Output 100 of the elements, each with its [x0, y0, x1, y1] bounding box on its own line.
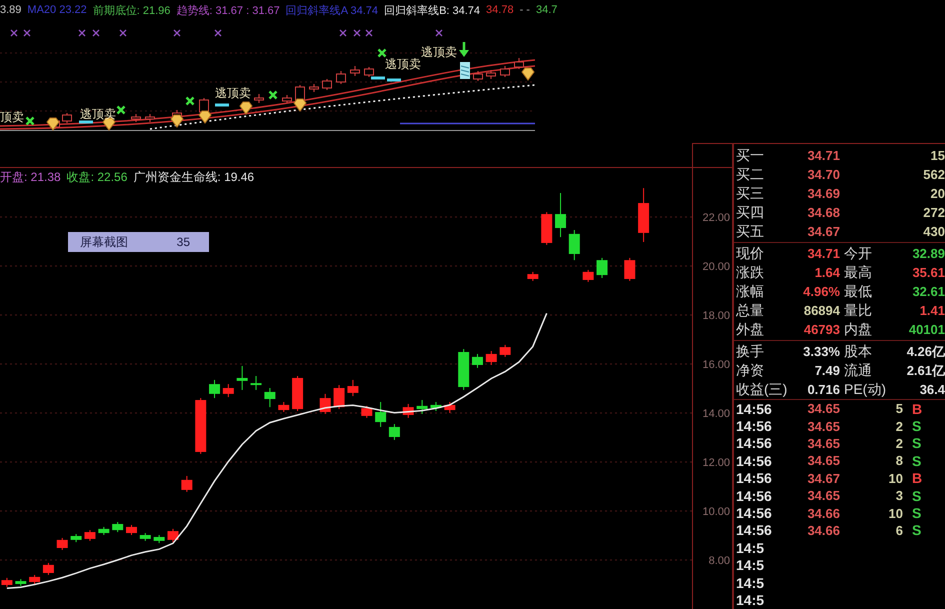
tick-time: 14:56: [736, 418, 773, 434]
tick-time: 14:56: [736, 400, 773, 417]
cross-mark-icon: [185, 96, 195, 106]
candlestick: [199, 98, 209, 114]
bid-volume: 272: [922, 205, 945, 220]
candlestick: [568, 229, 580, 261]
quote-value: 4.26亿: [906, 342, 945, 360]
candlestick: [430, 401, 442, 412]
candlestick: [350, 66, 360, 76]
tick-time: 14:5: [736, 557, 766, 574]
trade-side: S: [911, 488, 922, 504]
quote-label: 最低: [843, 282, 873, 300]
candlestick: [458, 348, 470, 390]
cross-mark-icon: [268, 90, 278, 100]
quote-label: 收益(三): [736, 380, 788, 398]
candlestick: [292, 376, 304, 412]
diamond-icon: [170, 114, 184, 128]
candlestick: [334, 384, 345, 410]
tick-time: 14:56: [736, 452, 773, 469]
candlestick: [624, 257, 636, 282]
axis-label: 20.00: [702, 261, 730, 273]
candlestick: [582, 269, 594, 282]
quote-value: 40101: [908, 322, 945, 337]
candlestick: [402, 403, 414, 418]
indicator-value: 34.78: [486, 4, 514, 16]
quote-label: 量比: [843, 302, 873, 320]
indicator-value: 3.89: [0, 4, 22, 16]
candlestick: [514, 58, 524, 70]
trade-side: B: [911, 400, 924, 417]
bid-price: 34.70: [806, 167, 840, 182]
bid-label: 买四: [736, 204, 765, 222]
bid-label: 买二: [736, 166, 765, 184]
tick-price: 34.66: [806, 506, 840, 521]
indicator-value: 开盘: 21.38: [0, 169, 61, 186]
tick-time: 14:5: [736, 592, 766, 608]
candlestick: [126, 524, 137, 536]
indicator-value: - -: [520, 4, 530, 16]
candlestick: [336, 70, 346, 84]
axis-label: 16.00: [702, 359, 730, 371]
candlestick: [62, 112, 72, 124]
bid-volume: 15: [930, 148, 945, 163]
candlestick: [84, 530, 96, 542]
tick-price: 34.66: [806, 522, 840, 538]
trade-side: S: [911, 505, 922, 522]
quote-label: 涨幅: [736, 282, 765, 300]
candlestick: [472, 353, 483, 368]
indicator-value: 收盘: 22.56: [66, 169, 128, 186]
candlestick: [56, 537, 68, 550]
cross-mark-icon: [339, 29, 347, 37]
tick-price: 34.65: [806, 418, 840, 434]
quote-label: 外盘: [736, 320, 765, 338]
quote-label: 换手: [736, 342, 765, 360]
quote-value: 32.89: [911, 246, 945, 261]
quote-value: 35.61: [911, 265, 945, 280]
bar-marker-icon: [215, 104, 229, 106]
axis-label: 10.00: [702, 506, 730, 518]
tick-time: 14:56: [736, 470, 773, 486]
tick-volume: 10: [888, 506, 903, 521]
diamond-icon: [198, 110, 212, 124]
cross-mark-icon: [10, 29, 18, 37]
cross-mark-icon: [78, 29, 86, 37]
tick-volume: 6: [894, 522, 903, 538]
candlestick: [112, 522, 124, 533]
candlestick: [596, 257, 608, 278]
tick-time: 14:56: [736, 488, 773, 504]
candlestick: [555, 192, 566, 238]
trade-side: S: [911, 435, 922, 452]
candlestick: [250, 376, 262, 390]
tick-price: 34.65: [806, 436, 840, 451]
diamond-icon: [521, 68, 535, 81]
quote-label: 净资: [736, 362, 765, 380]
tick-time: 14:56: [736, 435, 773, 452]
candlestick: [29, 574, 40, 584]
bid-price: 34.69: [806, 186, 840, 201]
cross-mark-icon: [173, 29, 181, 37]
tooltip-label: 屏幕截图: [80, 234, 128, 250]
axis-label: 22.00: [702, 212, 730, 224]
candlestick: [295, 84, 305, 102]
diamond-icon: [46, 118, 60, 131]
candlestick: [1, 577, 12, 588]
candlestick: [140, 532, 151, 542]
bid-volume: 20: [930, 186, 945, 201]
candlestick: [364, 66, 374, 78]
axis-label: 18.00: [702, 310, 730, 322]
quote-label: 股本: [843, 342, 873, 360]
cross-mark-icon: [353, 29, 361, 37]
cross-mark-icon: [92, 29, 100, 37]
cross-mark-icon: [119, 29, 127, 37]
quote-label: 总量: [736, 302, 765, 320]
bar-marker-icon: [79, 120, 93, 124]
axis-label: 12.00: [702, 457, 730, 469]
tick-price: 34.65: [806, 488, 840, 504]
signal-label: 顶卖: [0, 110, 24, 124]
candlestick: [361, 405, 372, 418]
quote-value: 32.61: [911, 284, 945, 299]
signal-label: 逃顶卖: [80, 107, 116, 121]
candlestick: [541, 212, 552, 246]
tick-time: 14:5: [736, 574, 766, 591]
quote-label: 今开: [843, 244, 873, 262]
quote-label: 涨跌: [736, 264, 765, 282]
